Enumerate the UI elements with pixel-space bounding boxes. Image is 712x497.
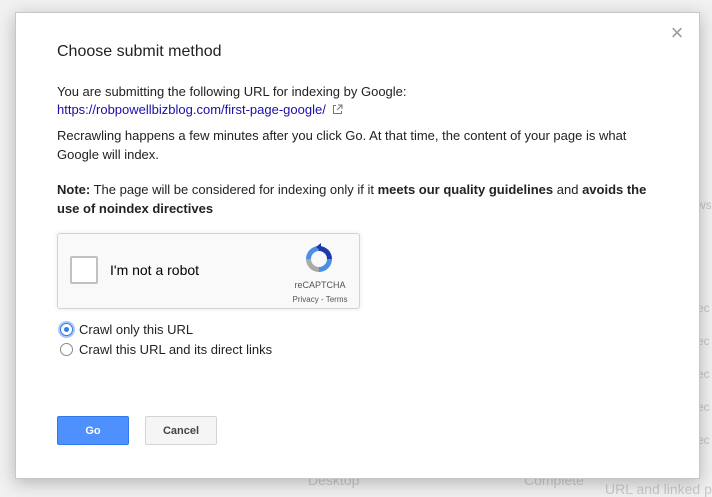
- crawl-option-label: Crawl this URL and its direct links: [79, 341, 273, 357]
- dialog-title: Choose submit method: [57, 43, 222, 60]
- recaptcha-brand: reCAPTCHA: [294, 280, 346, 290]
- recaptcha-label: I'm not a robot: [110, 262, 200, 278]
- recaptcha-widget: I'm not a robot reCAPTCHA Privacy - Term…: [57, 233, 360, 309]
- recaptcha-logo-icon: [303, 243, 335, 275]
- recaptcha-checkbox[interactable]: [70, 256, 98, 284]
- note-text-1: The page will be considered for indexing…: [90, 182, 378, 197]
- cancel-button[interactable]: Cancel: [145, 416, 217, 445]
- radio-unselected-icon[interactable]: [60, 342, 73, 356]
- recaptcha-privacy-link[interactable]: Privacy: [293, 295, 319, 304]
- recrawl-text: Recrawling happens a few minutes after y…: [57, 128, 627, 162]
- external-link-icon[interactable]: [332, 101, 343, 120]
- radio-selected-icon[interactable]: [60, 322, 73, 336]
- recaptcha-terms: Privacy - Terms: [285, 295, 355, 304]
- recaptcha-separator: -: [318, 295, 326, 304]
- note-label: Note:: [57, 182, 91, 197]
- go-button[interactable]: Go: [57, 416, 129, 445]
- url-row: https://robpowellbizblog.com/first-page-…: [57, 100, 343, 120]
- submitted-url-link[interactable]: https://robpowellbizblog.com/first-page-…: [57, 102, 326, 117]
- quality-guidelines-text: meets our quality guidelines: [377, 182, 554, 197]
- recaptcha-terms-link[interactable]: Terms: [326, 295, 348, 304]
- crawl-option-url-only[interactable]: Crawl only this URL: [60, 321, 193, 337]
- note-paragraph: Note: The page will be considered for in…: [57, 180, 657, 218]
- background-link-text: URL and linked pa: [605, 481, 712, 497]
- note-text-2: and: [553, 182, 583, 197]
- crawl-option-with-links[interactable]: Crawl this URL and its direct links: [60, 341, 272, 357]
- crawl-option-label: Crawl only this URL: [79, 321, 194, 337]
- intro-text: You are submitting the following URL for…: [57, 84, 407, 99]
- close-icon[interactable]: ×: [667, 22, 687, 44]
